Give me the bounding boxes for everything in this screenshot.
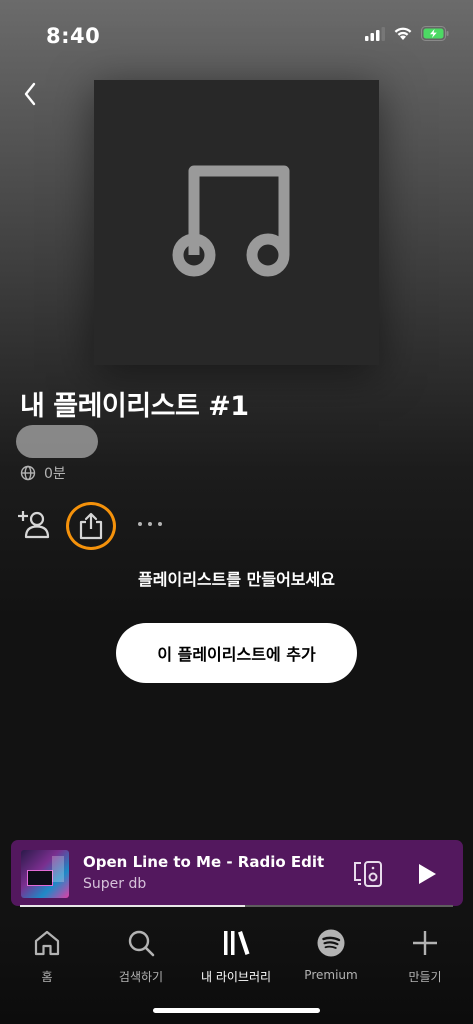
more-dot-icon	[138, 522, 142, 526]
tab-label-library: 내 라이브러리	[200, 970, 272, 984]
playlist-cover-art	[94, 80, 379, 365]
play-button[interactable]	[411, 858, 443, 890]
add-user-icon	[18, 511, 50, 539]
tab-library[interactable]: 내 라이브러리	[191, 926, 281, 985]
tab-label-home: 홈	[41, 970, 53, 984]
connect-device-button[interactable]	[351, 858, 385, 890]
playlist-title: 내 플레이리스트 #1	[20, 391, 249, 422]
wifi-icon	[393, 26, 413, 45]
status-time: 8:40	[46, 24, 101, 48]
music-note-icon	[172, 165, 289, 276]
status-icons	[365, 26, 449, 45]
globe-icon	[20, 465, 36, 481]
tab-search[interactable]: 검색하기	[96, 926, 186, 985]
tab-label-search: 검색하기	[118, 970, 164, 984]
chevron-left-icon	[24, 82, 36, 106]
add-to-playlist-button[interactable]: 이 플레이리스트에 추가	[116, 623, 357, 683]
spotify-icon	[316, 926, 346, 960]
search-icon	[126, 926, 156, 960]
playback-progress-fill	[20, 905, 246, 907]
library-icon	[221, 926, 251, 960]
bottom-tab-bar: 홈 검색하기 내 라이브러리 Premium 만들기	[0, 918, 473, 1024]
tab-home[interactable]: 홈	[2, 926, 92, 985]
playlist-actions	[14, 500, 174, 550]
add-collaborator-button[interactable]	[14, 506, 54, 542]
now-playing-artist: Super db	[83, 876, 147, 892]
share-button[interactable]	[66, 502, 116, 550]
playlist-duration: 0분	[44, 466, 66, 482]
owner-avatar-placeholder[interactable]	[16, 425, 98, 458]
status-bar: 8:40	[0, 0, 473, 70]
tab-create[interactable]: 만들기	[380, 926, 470, 985]
plus-icon	[410, 926, 440, 960]
tab-premium[interactable]: Premium	[286, 926, 376, 982]
now-playing-title: Open Line to Me - Radio Edit	[83, 853, 325, 871]
play-icon	[419, 864, 436, 884]
mini-player[interactable]: Open Line to Me - Radio Edit Super db	[11, 840, 463, 906]
tab-label-premium: Premium	[304, 968, 358, 982]
now-playing-artwork	[21, 850, 69, 898]
more-dot-icon	[158, 522, 162, 526]
playback-progress-bar	[20, 905, 453, 907]
more-dot-icon	[148, 522, 152, 526]
home-indicator	[153, 1008, 320, 1013]
home-icon	[32, 926, 62, 960]
back-button[interactable]	[14, 76, 46, 112]
battery-charging-icon	[421, 26, 449, 45]
share-icon	[79, 512, 103, 540]
playlist-meta: 0분	[20, 463, 66, 483]
connect-device-icon	[354, 861, 382, 887]
empty-playlist-prompt: 플레이리스트를 만들어보세요	[138, 570, 335, 589]
cellular-signal-icon	[365, 26, 385, 45]
more-options-button[interactable]	[132, 506, 168, 542]
tab-label-create: 만들기	[408, 970, 442, 984]
